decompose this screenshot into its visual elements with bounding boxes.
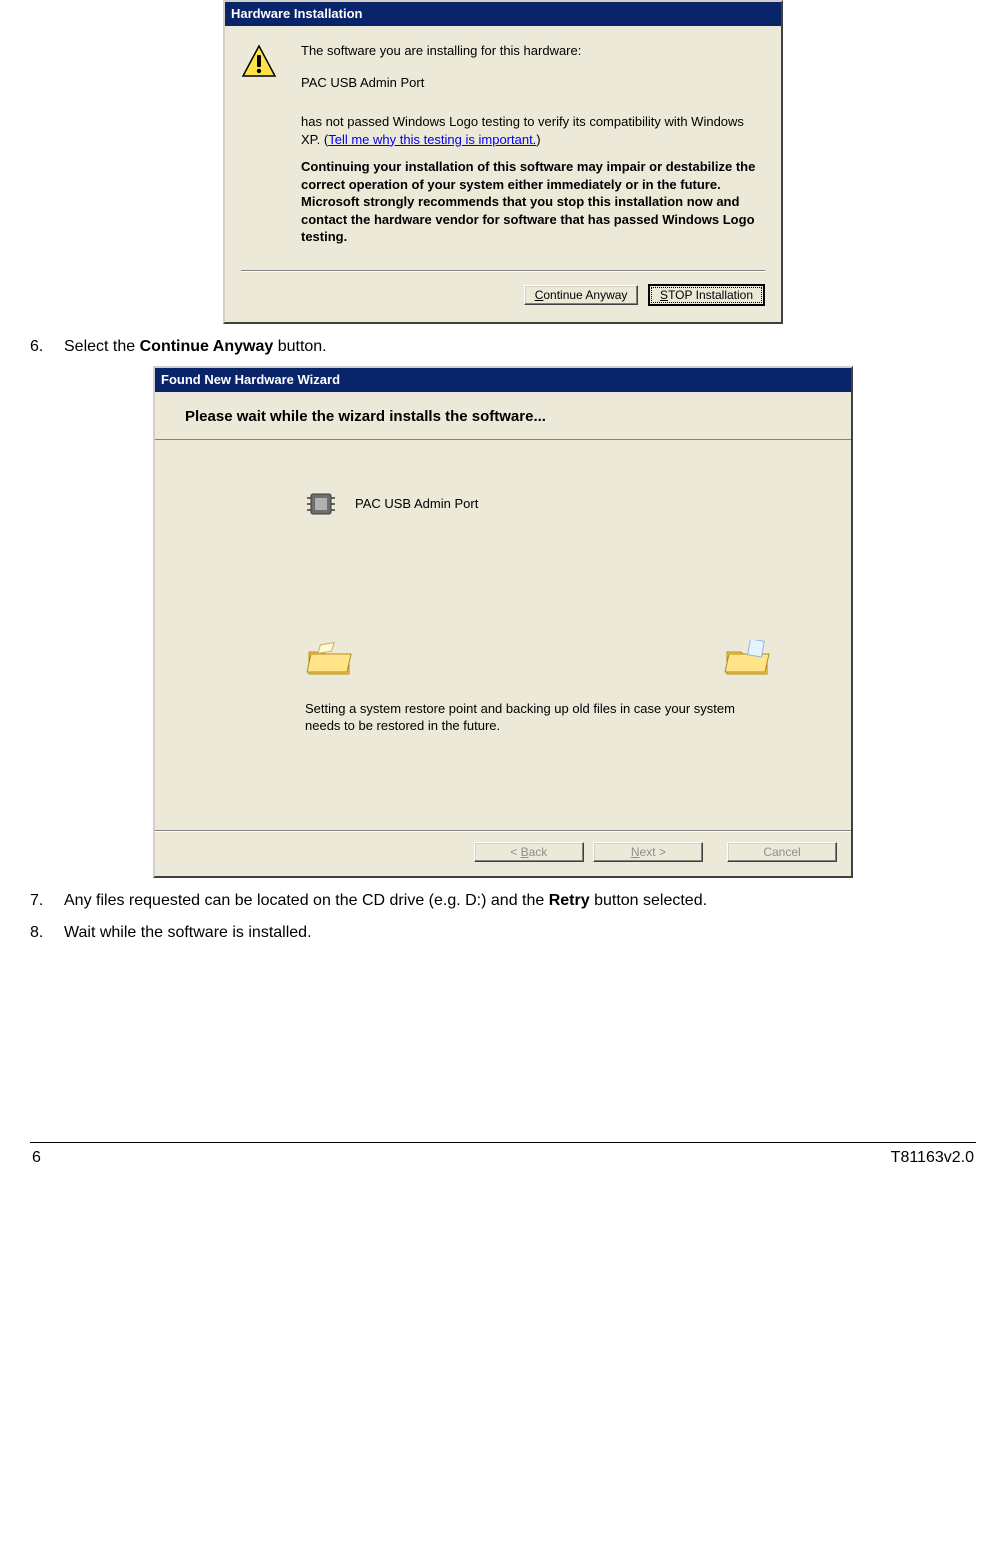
step-number: 6. [30,338,64,356]
step-text: Wait while the software is installed. [64,924,976,942]
device-name: PAC USB Admin Port [301,74,765,92]
step-number: 7. [30,892,64,910]
back-button: < Back [474,842,584,862]
folder-dest-icon [723,640,771,680]
cancel-button: Cancel [727,842,837,862]
wizard-status-text: Setting a system restore point and backi… [305,700,751,735]
step-text: Any files requested can be located on th… [64,892,976,910]
wizard-body: PAC USB Admin Port S [155,440,851,830]
step-text: Select the Continue Anyway button. [64,338,976,356]
warning-icon [241,44,277,80]
continue-anyway-button[interactable]: Continue Anyway [524,285,639,305]
hardware-installation-dialog: Hardware Installation The software you a… [223,0,783,324]
warning-intro-line: The software you are installing for this… [301,42,765,60]
stop-installation-button[interactable]: STOP Installation [648,284,765,306]
step-8: 8. Wait while the software is installed. [30,924,976,942]
next-button: Next > [593,842,703,862]
warning-bold-text: Continuing your installation of this sof… [301,158,765,246]
dialog-title: Hardware Installation [225,2,781,26]
step-6: 6. Select the Continue Anyway button. [30,338,976,356]
why-testing-link[interactable]: Tell me why this testing is important. [328,132,536,147]
step-number: 8. [30,924,64,942]
wizard-heading: Please wait while the wizard installs th… [155,392,851,440]
page-number: 6 [32,1149,41,1167]
doc-id: T81163v2.0 [891,1149,974,1167]
device-icon [305,488,337,520]
dialog-title: Found New Hardware Wizard [155,368,851,392]
footer-rule [30,1142,976,1143]
found-new-hardware-wizard-dialog: Found New Hardware Wizard Please wait wh… [153,366,853,878]
device-name: PAC USB Admin Port [355,496,478,511]
folder-source-icon [305,640,353,680]
dialog-body: The software you are installing for this… [225,26,781,246]
step-7: 7. Any files requested can be located on… [30,892,976,910]
page-footer: 6 T81163v2.0 [30,1149,976,1187]
compatibility-line: has not passed Windows Logo testing to v… [301,113,765,148]
